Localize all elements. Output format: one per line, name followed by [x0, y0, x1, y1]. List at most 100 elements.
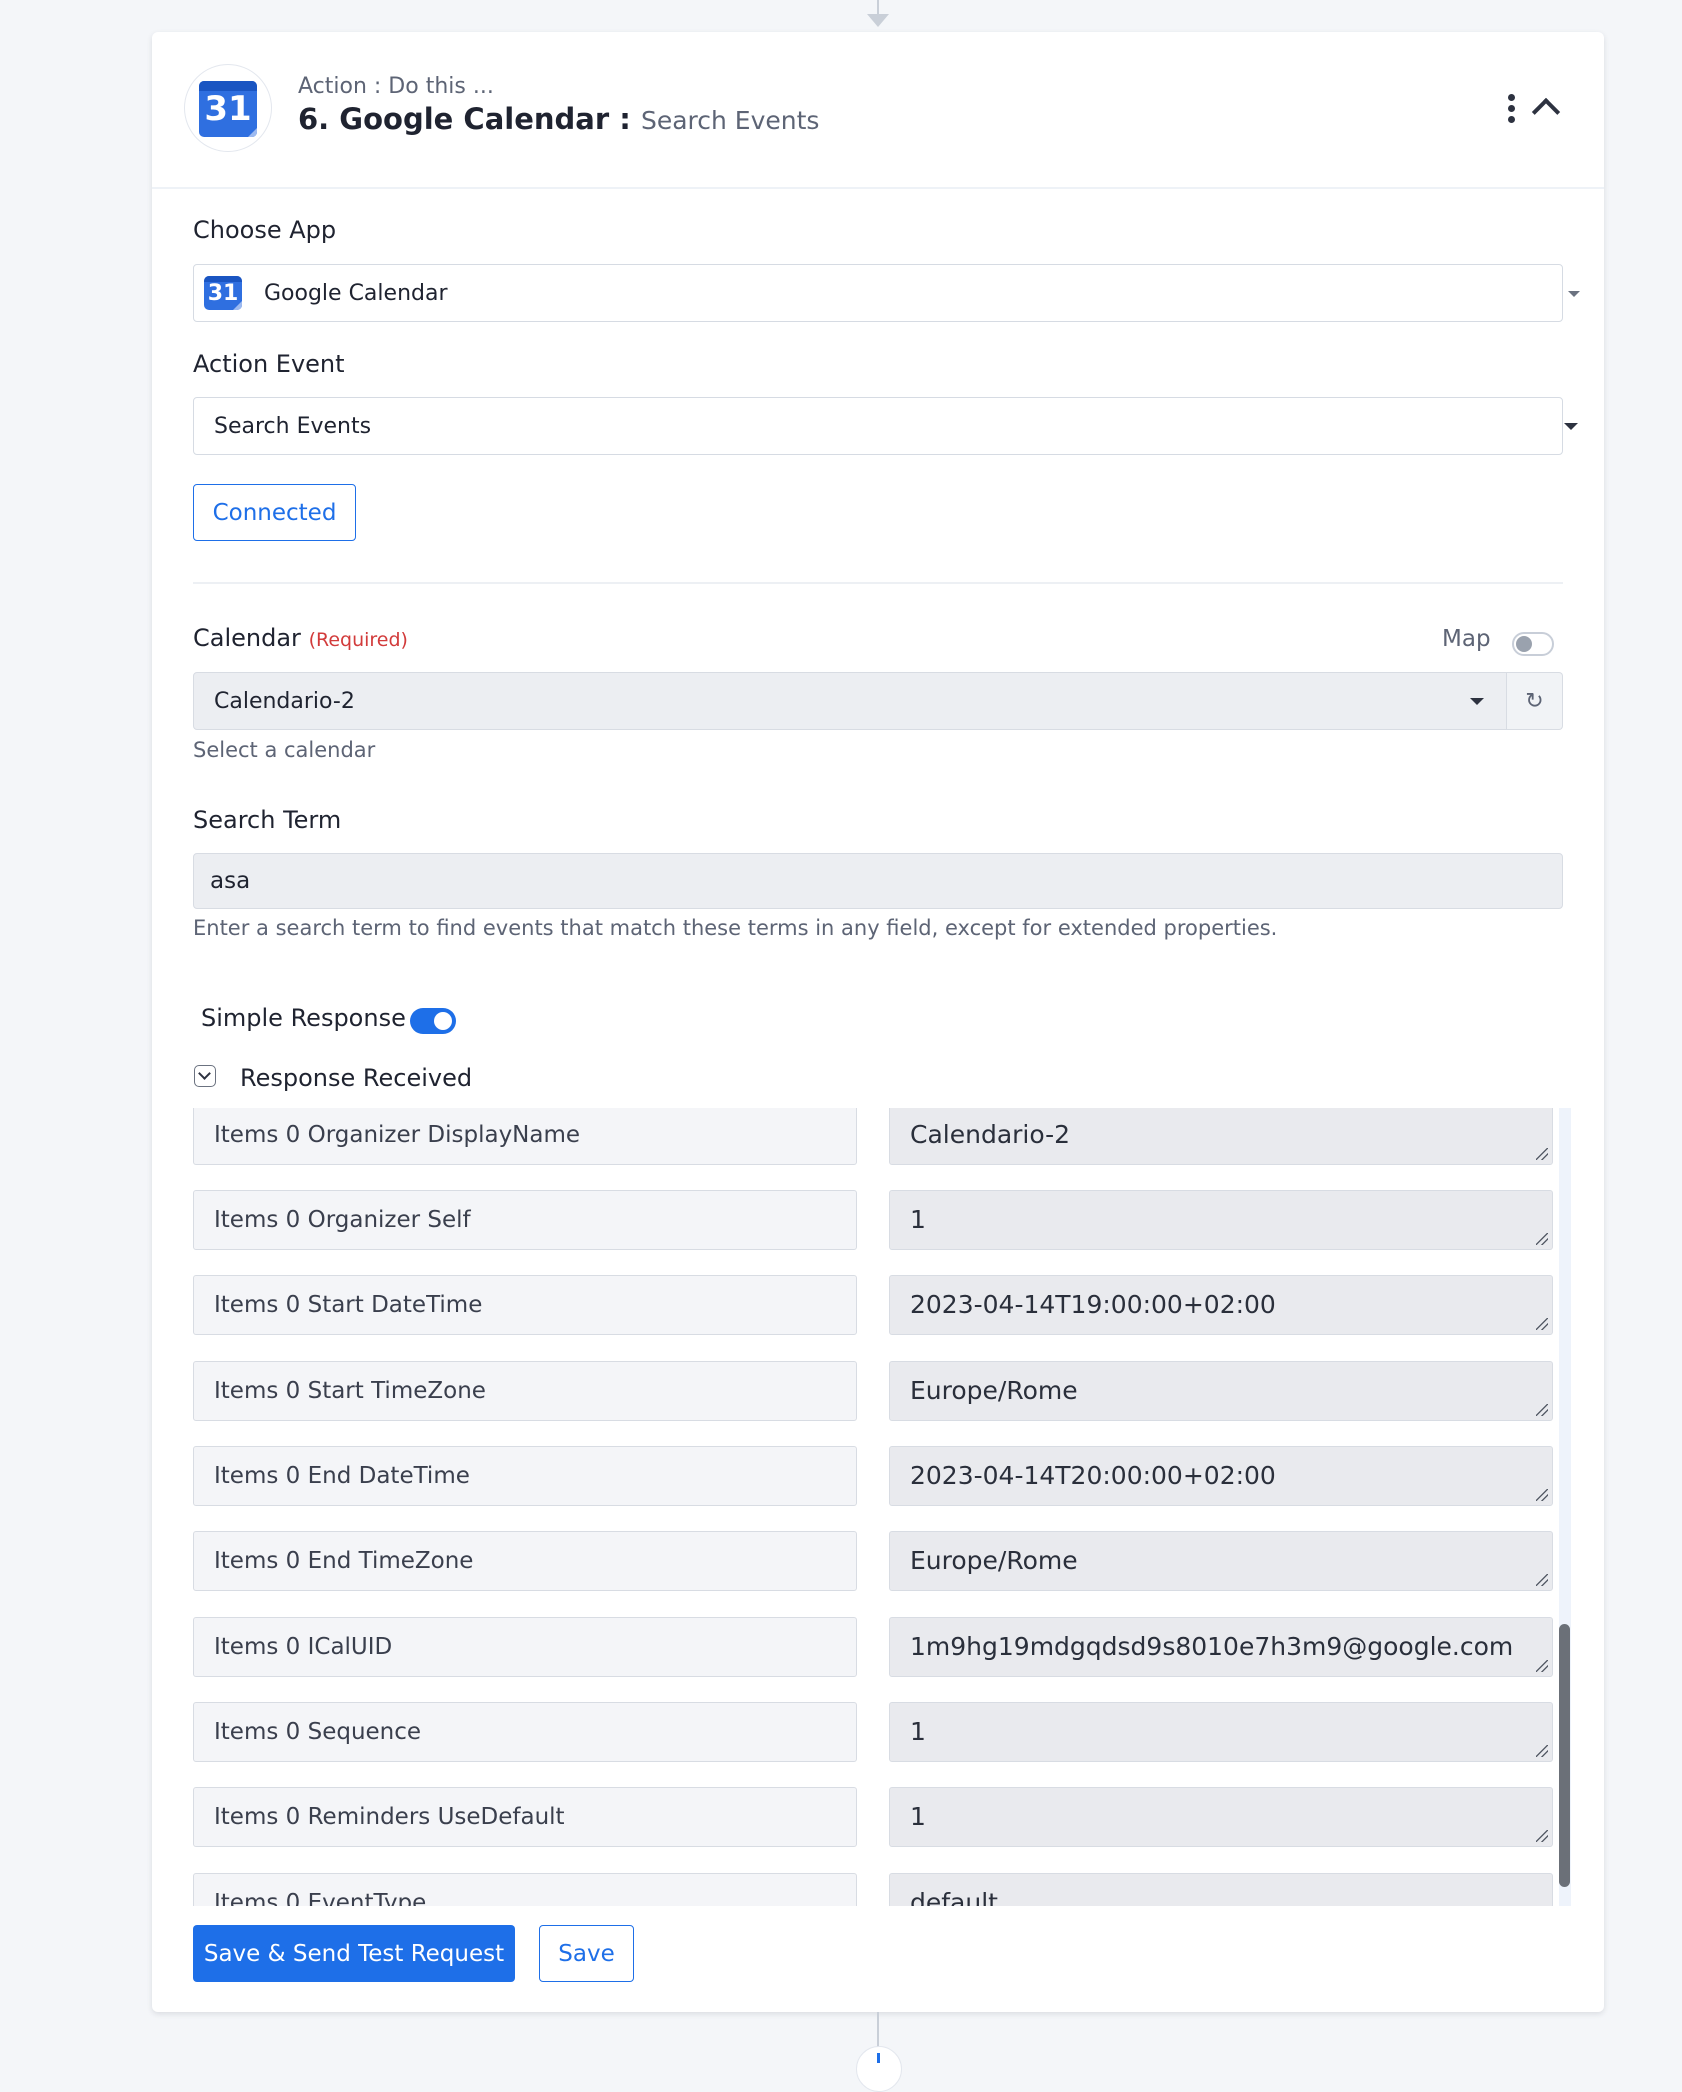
google-calendar-icon: 31 [204, 276, 242, 310]
response-row: Items 0 Start TimeZone Europe/Rome [193, 1361, 1553, 1421]
response-key-text: Items 0 Reminders UseDefault [214, 1804, 565, 1830]
step-app-name: 6. Google Calendar : [298, 102, 631, 136]
response-value[interactable]: 1 [889, 1190, 1553, 1250]
response-value[interactable]: 2023-04-14T20:00:00+02:00 [889, 1446, 1553, 1506]
response-value-text: Europe/Rome [910, 1376, 1078, 1405]
response-value-text: Calendario-2 [910, 1120, 1071, 1149]
action-event-value: Search Events [214, 414, 372, 439]
google-calendar-icon: 31 [199, 81, 257, 137]
response-row: Items 0 End DateTime 2023-04-14T20:00:00… [193, 1446, 1553, 1506]
search-term-label: Search Term [193, 806, 342, 834]
response-key: Items 0 Organizer DisplayName [193, 1108, 857, 1165]
action-event-select[interactable]: Search Events [193, 397, 1578, 455]
calendar-icon-day: 31 [204, 89, 252, 129]
response-key: Items 0 Sequence [193, 1702, 857, 1762]
choose-app-select[interactable]: 31 Google Calendar [193, 264, 1580, 322]
response-value[interactable]: 1m9hg19mdgqdsd9s8010e7h3m9@google.com [889, 1617, 1553, 1677]
caret-down-icon [1470, 698, 1484, 705]
step-title: 6. Google Calendar : Search Events [298, 102, 819, 136]
resize-grip-icon[interactable] [1536, 1830, 1548, 1842]
response-row: Items 0 Organizer DisplayName Calendario… [193, 1108, 1553, 1165]
choose-app-label: Choose App [193, 216, 337, 244]
response-key-text: Items 0 EventType [214, 1890, 427, 1906]
response-value[interactable]: 1 [889, 1702, 1553, 1762]
chevron-down-icon[interactable] [194, 1065, 216, 1087]
map-label: Map [1442, 626, 1491, 652]
simple-response-label: Simple Response [201, 1004, 406, 1032]
resize-grip-icon[interactable] [1536, 1745, 1548, 1757]
response-key-text: Items 0 Start DateTime [214, 1292, 483, 1318]
response-received-label: Response Received [240, 1064, 473, 1092]
response-row: Items 0 ICalUID 1m9hg19mdgqdsd9s8010e7h3… [193, 1617, 1553, 1677]
response-key-text: Items 0 Organizer Self [214, 1207, 471, 1233]
response-value[interactable]: 1 [889, 1787, 1553, 1847]
response-row: Items 0 EventType default [193, 1873, 1553, 1906]
search-term-input[interactable]: asa [193, 853, 1563, 909]
response-key-text: Items 0 End TimeZone [214, 1548, 474, 1574]
response-key: Items 0 ICalUID [193, 1617, 857, 1677]
calendar-value: Calendario-2 [214, 689, 355, 714]
calendar-help-text: Select a calendar [193, 738, 376, 762]
response-row: Items 0 Sequence 1 [193, 1702, 1553, 1762]
response-key-text: Items 0 ICalUID [214, 1634, 393, 1660]
step-event-name: Search Events [640, 106, 820, 135]
response-value-text: 1 [910, 1205, 926, 1234]
response-key-text: Items 0 End DateTime [214, 1463, 470, 1489]
action-event-label: Action Event [193, 350, 345, 378]
response-key: Items 0 Start DateTime [193, 1275, 857, 1335]
response-key: Items 0 EventType [193, 1873, 857, 1906]
response-value[interactable]: default [889, 1873, 1553, 1906]
response-value-text: Europe/Rome [910, 1546, 1078, 1575]
response-value[interactable]: Calendario-2 [889, 1108, 1553, 1165]
response-value[interactable]: Europe/Rome [889, 1361, 1553, 1421]
app-logo: 31 [184, 64, 272, 152]
save-button[interactable]: Save [539, 1925, 634, 1982]
resize-grip-icon[interactable] [1536, 1233, 1548, 1245]
response-key-text: Items 0 Start TimeZone [214, 1378, 486, 1404]
calendar-select[interactable]: Calendario-2 [193, 672, 1507, 730]
response-value-text: 1m9hg19mdgqdsd9s8010e7h3m9@google.com [910, 1632, 1514, 1661]
response-key: Items 0 End TimeZone [193, 1531, 857, 1591]
response-key: Items 0 Organizer Self [193, 1190, 857, 1250]
response-value-text: default [910, 1888, 998, 1906]
flow-arrow-icon [867, 14, 889, 27]
resize-grip-icon[interactable] [1536, 1660, 1548, 1672]
calendar-label: Calendar (Required) [193, 624, 408, 652]
response-row: Items 0 Organizer Self 1 [193, 1190, 1553, 1250]
chevron-up-icon[interactable] [1531, 97, 1561, 127]
resize-grip-icon[interactable] [1536, 1489, 1548, 1501]
choose-app-value: Google Calendar [264, 281, 448, 306]
refresh-icon[interactable]: ↻ [1507, 672, 1563, 730]
search-term-help-text: Enter a search term to find events that … [193, 916, 1278, 940]
add-step-icon[interactable] [856, 2046, 902, 2092]
section-divider [193, 582, 1563, 584]
response-key-text: Items 0 Sequence [214, 1719, 422, 1745]
response-value-text: 2023-04-14T19:00:00+02:00 [910, 1290, 1276, 1319]
connected-button[interactable]: Connected [193, 484, 356, 541]
response-value-text: 1 [910, 1717, 926, 1746]
response-value[interactable]: 2023-04-14T19:00:00+02:00 [889, 1275, 1553, 1335]
response-key-text: Items 0 Organizer DisplayName [214, 1122, 581, 1148]
step-header[interactable]: 31 Action : Do this ... 6. Google Calend… [152, 32, 1604, 189]
caret-down-icon [1568, 291, 1580, 297]
response-row: Items 0 Start DateTime 2023-04-14T19:00:… [193, 1275, 1553, 1335]
step-type-label: Action : Do this ... [298, 74, 494, 99]
response-key: Items 0 End DateTime [193, 1446, 857, 1506]
save-and-send-test-request-button[interactable]: Save & Send Test Request [193, 1925, 515, 1982]
response-key: Items 0 Start TimeZone [193, 1361, 857, 1421]
resize-grip-icon[interactable] [1536, 1318, 1548, 1330]
simple-response-toggle[interactable] [410, 1008, 456, 1034]
response-value[interactable]: Europe/Rome [889, 1531, 1553, 1591]
response-list: Items 0 Organizer DisplayName Calendario… [193, 1108, 1568, 1906]
response-value-text: 1 [910, 1802, 926, 1831]
kebab-menu-icon[interactable] [1504, 94, 1518, 124]
resize-grip-icon[interactable] [1536, 1574, 1548, 1586]
calendar-icon-day: 31 [207, 280, 239, 306]
action-step-card: 31 Action : Do this ... 6. Google Calend… [152, 32, 1604, 2012]
calendar-label-text: Calendar [193, 624, 301, 652]
response-scrollbar-thumb[interactable] [1559, 1624, 1570, 1887]
resize-grip-icon[interactable] [1536, 1404, 1548, 1416]
map-toggle[interactable] [1512, 632, 1554, 656]
response-row: Items 0 Reminders UseDefault 1 [193, 1787, 1553, 1847]
resize-grip-icon[interactable] [1536, 1148, 1548, 1160]
